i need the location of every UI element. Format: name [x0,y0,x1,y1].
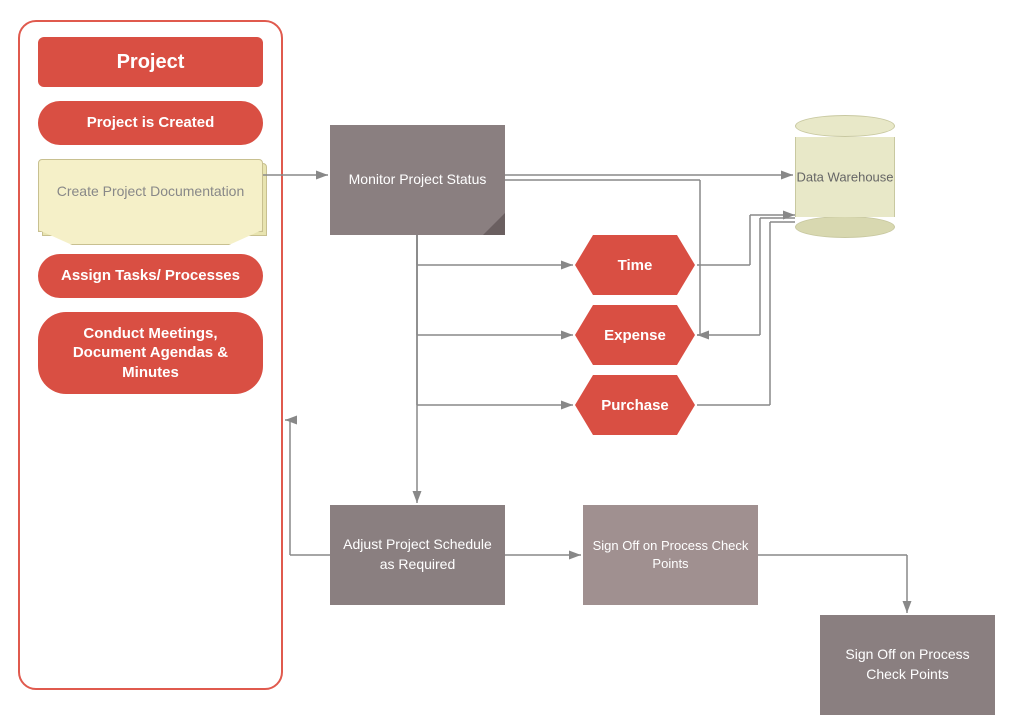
create-docs-node: Create Project Documentation [38,159,263,233]
signoff2-node: Sign Off on Process Check Points [820,615,995,715]
create-docs-wrapper: Create Project Documentation [38,159,263,233]
purchase-node: Purchase [575,375,695,435]
left-panel: Project Project is Created Create Projec… [18,20,283,690]
cyl-body: Data Warehouse [795,137,895,217]
project-created-node: Project is Created [38,101,263,145]
cyl-label: Data Warehouse [796,170,894,185]
signoff1-node: Sign Off on Process Check Points [583,505,758,605]
project-title: Project [38,37,263,87]
expense-node: Expense [575,305,695,365]
data-warehouse-node: Data Warehouse [795,115,895,238]
adjust-schedule-node: Adjust Project Schedule as Required [330,505,505,605]
conduct-meetings-node: Conduct Meetings, Document Agendas & Min… [38,312,263,395]
fold-decoration [483,213,505,235]
cyl-top [795,115,895,137]
monitor-project-status-node: Monitor Project Status [330,125,505,235]
cyl-bottom [795,216,895,238]
assign-tasks-node: Assign Tasks/ Processes [38,254,263,298]
diagram-container: Project Project is Created Create Projec… [0,0,1029,725]
time-node: Time [575,235,695,295]
